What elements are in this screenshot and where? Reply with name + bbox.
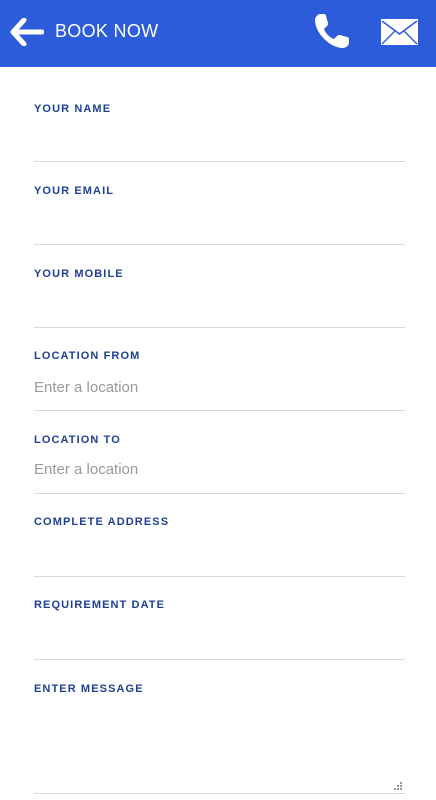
call-button[interactable]	[312, 11, 352, 51]
resize-handle-icon[interactable]	[393, 781, 403, 791]
email-button[interactable]	[380, 18, 419, 46]
message-textarea[interactable]	[34, 708, 405, 768]
phone-icon	[315, 14, 349, 48]
field-your-name: YOUR NAME	[34, 67, 405, 162]
field-complete-address: COMPLETE ADDRESS	[34, 494, 405, 577]
field-label: YOUR NAME	[34, 103, 112, 115]
field-label: REQUIREMENT DATE	[34, 599, 166, 611]
field-enter-message: ENTER MESSAGE	[34, 660, 405, 794]
name-input[interactable]	[34, 129, 405, 151]
app-header: BOOK NOW	[0, 0, 436, 67]
arrow-left-icon	[10, 17, 45, 47]
field-your-email: YOUR EMAIL	[34, 162, 405, 245]
date-input[interactable]	[34, 625, 405, 647]
field-label: LOCATION TO	[34, 434, 121, 446]
location-from-input[interactable]	[34, 376, 405, 398]
field-label: ENTER MESSAGE	[34, 683, 144, 695]
page-title: BOOK NOW	[55, 21, 159, 41]
field-requirement-date: REQUIREMENT DATE	[34, 577, 405, 660]
location-to-input[interactable]	[34, 458, 405, 480]
field-label: LOCATION FROM	[34, 350, 141, 362]
field-location-to: LOCATION TO	[34, 411, 405, 494]
field-location-from: LOCATION FROM	[34, 328, 405, 411]
field-label: YOUR EMAIL	[34, 185, 115, 197]
mobile-input[interactable]	[34, 293, 405, 315]
email-input[interactable]	[34, 210, 405, 232]
address-input[interactable]	[34, 542, 405, 564]
field-label: YOUR MOBILE	[34, 268, 124, 280]
field-label: COMPLETE ADDRESS	[34, 516, 170, 528]
field-your-mobile: YOUR MOBILE	[34, 245, 405, 328]
back-button[interactable]	[10, 17, 45, 47]
mail-icon	[381, 19, 418, 45]
booking-form: YOUR NAME YOUR EMAIL YOUR MOBILE LOCATIO…	[34, 67, 405, 794]
